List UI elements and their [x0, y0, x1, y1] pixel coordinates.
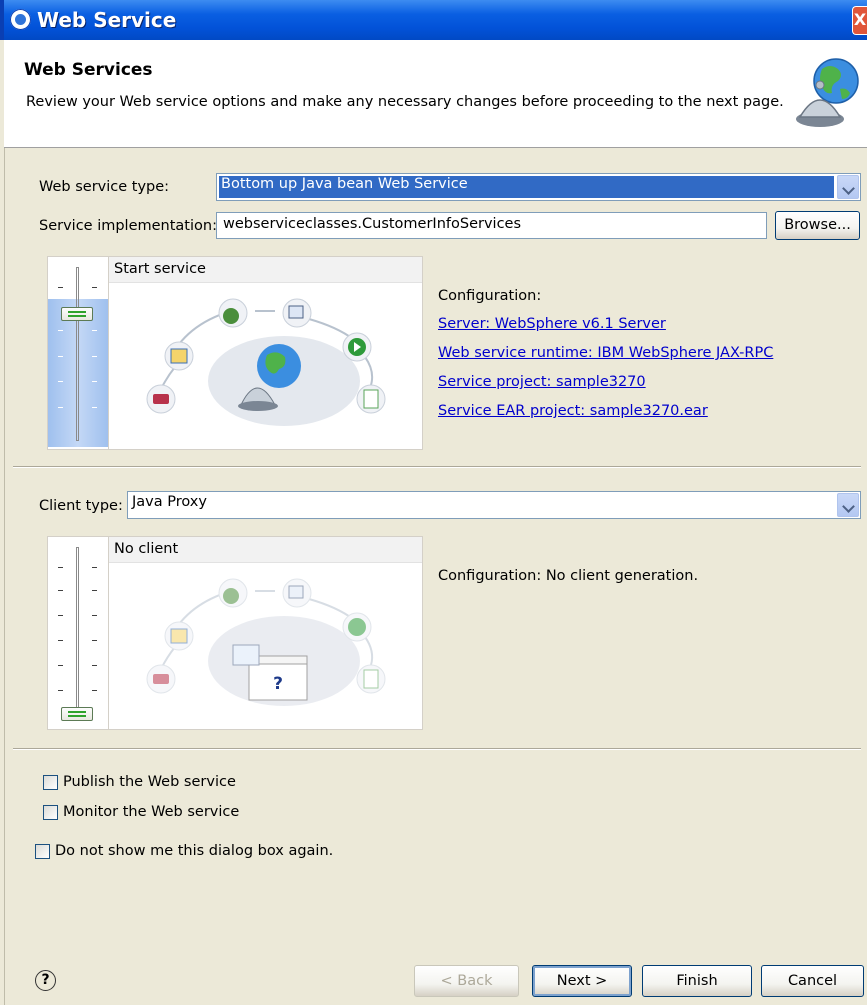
- service-implementation-value: webserviceclasses.CustomerInfoServices: [223, 216, 522, 232]
- web-service-type-value: Bottom up Java bean Web Service: [221, 176, 468, 192]
- client-stage-caption: No client: [109, 537, 422, 563]
- tick: [92, 407, 97, 408]
- web-service-type-combo[interactable]: Bottom up Java bean Web Service: [216, 173, 861, 201]
- monitor-label[interactable]: Monitor the Web service: [63, 804, 239, 820]
- tick: [58, 590, 63, 591]
- tick: [92, 330, 97, 331]
- tick: [92, 590, 97, 591]
- title-bar[interactable]: Web Service X: [0, 0, 867, 40]
- tick: [92, 356, 97, 357]
- wizard-header: Web Services Review your Web service opt…: [4, 40, 867, 148]
- runtime-link[interactable]: Web service runtime: IBM WebSphere JAX-R…: [438, 345, 773, 361]
- slider-track: [76, 547, 79, 721]
- service-ear-project-link[interactable]: Service EAR project: sample3270.ear: [438, 403, 708, 419]
- chevron-down-icon[interactable]: [837, 493, 859, 517]
- separator: [13, 748, 861, 750]
- publish-label[interactable]: Publish the Web service: [63, 774, 236, 790]
- service-stage-caption: Start service: [109, 257, 422, 283]
- server-link[interactable]: Server: WebSphere v6.1 Server: [438, 316, 666, 332]
- slider-track: [76, 267, 79, 441]
- page-description: Review your Web service options and make…: [26, 94, 784, 110]
- client-lifecycle-diagram: [146, 578, 386, 706]
- client-type-label: Client type:: [39, 498, 123, 514]
- slider-thumb[interactable]: [61, 307, 93, 321]
- unknown-client-glyph: ?: [273, 674, 283, 694]
- close-icon[interactable]: X: [852, 6, 867, 35]
- tick: [92, 615, 97, 616]
- app-icon: [10, 9, 31, 30]
- tick: [58, 330, 63, 331]
- service-lifecycle-diagram: [146, 298, 386, 426]
- service-implementation-label: Service implementation:: [39, 218, 217, 234]
- publish-checkbox[interactable]: [43, 775, 58, 790]
- wizard-content: Web service type: Bottom up Java bean We…: [4, 148, 867, 1005]
- tick: [58, 287, 63, 288]
- tick: [58, 615, 63, 616]
- chevron-down-icon[interactable]: [837, 175, 859, 199]
- do-not-show-label[interactable]: Do not show me this dialog box again.: [55, 843, 333, 859]
- monitor-checkbox[interactable]: [43, 805, 58, 820]
- tick: [58, 665, 63, 666]
- tick: [58, 640, 63, 641]
- page-title: Web Services: [24, 60, 153, 80]
- web-service-dialog: Web Service X Web Services Review your W…: [0, 0, 867, 1005]
- client-type-combo[interactable]: Java Proxy: [127, 491, 861, 519]
- back-button[interactable]: < Back: [414, 965, 519, 997]
- client-configuration-text: Configuration: No client generation.: [438, 568, 699, 584]
- tick: [58, 567, 63, 568]
- tick: [92, 567, 97, 568]
- finish-button[interactable]: Finish: [642, 965, 752, 997]
- do-not-show-checkbox[interactable]: [35, 844, 50, 859]
- tick: [58, 356, 63, 357]
- service-configuration-label: Configuration:: [438, 288, 542, 304]
- separator: [13, 466, 861, 468]
- next-button[interactable]: Next >: [532, 965, 632, 997]
- tick: [58, 407, 63, 408]
- service-level-panel: Start service: [47, 256, 423, 450]
- service-project-link[interactable]: Service project: sample3270: [438, 374, 646, 390]
- tick: [92, 665, 97, 666]
- client-level-panel: No client ?: [47, 536, 423, 730]
- tick: [92, 381, 97, 382]
- slider-thumb[interactable]: [61, 707, 93, 721]
- window-title: Web Service: [37, 8, 177, 32]
- tick: [58, 690, 63, 691]
- globe-bell-icon: [796, 58, 859, 127]
- tick: [92, 287, 97, 288]
- service-implementation-field[interactable]: webserviceclasses.CustomerInfoServices: [216, 212, 767, 239]
- help-icon[interactable]: ?: [35, 970, 56, 991]
- service-level-slider[interactable]: [48, 257, 109, 449]
- tick: [92, 690, 97, 691]
- client-level-slider[interactable]: [48, 537, 109, 729]
- cancel-button[interactable]: Cancel: [761, 965, 864, 997]
- tick: [92, 640, 97, 641]
- web-service-type-label: Web service type:: [39, 179, 170, 195]
- browse-button[interactable]: Browse...: [775, 211, 860, 240]
- client-type-value: Java Proxy: [132, 494, 207, 510]
- tick: [58, 381, 63, 382]
